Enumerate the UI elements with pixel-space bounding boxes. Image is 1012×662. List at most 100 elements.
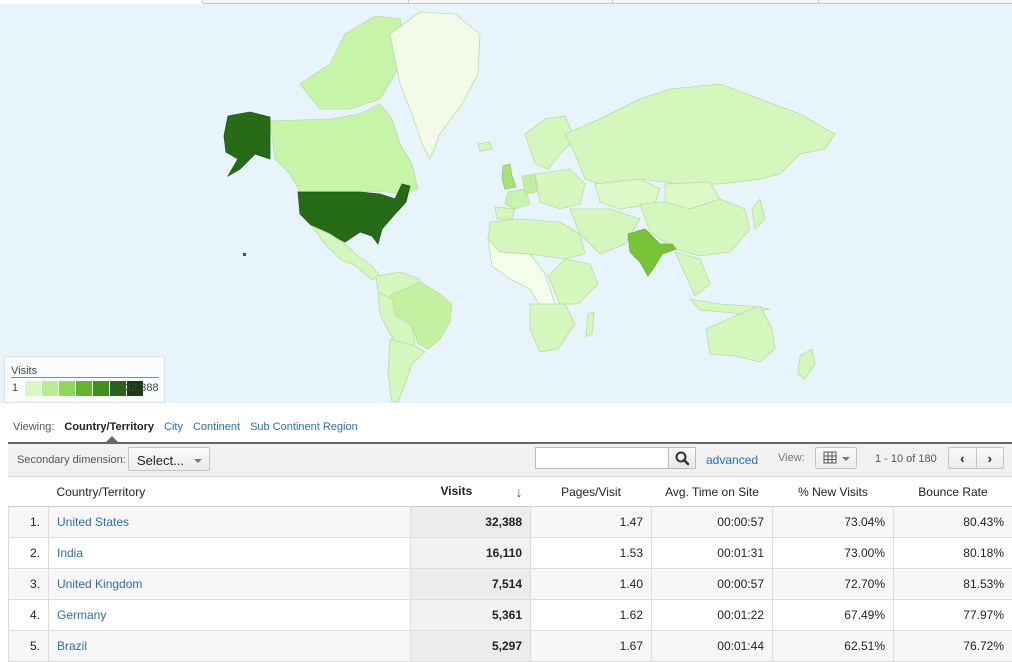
- country-link[interactable]: United States: [57, 515, 129, 529]
- row-bounce-rate: 80.18%: [893, 537, 1012, 569]
- country-link[interactable]: Brazil: [57, 639, 87, 653]
- header-bounce-rate[interactable]: Bounce Rate: [893, 477, 1012, 507]
- table-row: 3. United Kingdom 7,514 1.40 00:00:57 72.70% 8…: [8, 568, 1012, 600]
- row-index: 2.: [8, 537, 49, 569]
- tab-separator: [202, 0, 203, 3]
- row-index: 4.: [8, 599, 49, 631]
- table-row: 2. India 16,110 1.53 00:01:31 73.00% 80.18%: [8, 537, 1012, 569]
- header-pages-per-visit[interactable]: Pages/Visit: [530, 477, 652, 507]
- table-search-input[interactable]: [535, 447, 669, 469]
- legend-min: 1: [12, 382, 19, 394]
- legend-swatch: [110, 381, 126, 396]
- row-country: United Kingdom: [48, 568, 411, 600]
- row-percent-new-visits: 62.51%: [772, 630, 894, 662]
- row-pages-per-visit: 1.53: [530, 537, 652, 569]
- header-visits-label: Visits: [440, 483, 473, 498]
- country-argentina-chile[interactable]: [387, 338, 426, 403]
- previous-page-button[interactable]: ‹: [949, 448, 976, 468]
- table-header-row: Country/Territory Visits ↓ Pages/Visit A…: [8, 477, 1012, 507]
- country-madagascar[interactable]: [585, 311, 595, 338]
- country-canada-islands[interactable]: [299, 15, 406, 110]
- row-avg-time-on-site: 00:00:57: [651, 506, 773, 538]
- legend-swatch: [42, 381, 58, 396]
- country-spain[interactable]: [494, 206, 516, 220]
- legend-swatch: [25, 381, 41, 396]
- country-link[interactable]: United Kingdom: [57, 577, 142, 591]
- row-pages-per-visit: 1.67: [530, 630, 652, 662]
- legend-swatch: [59, 381, 75, 396]
- search-button[interactable]: [668, 447, 696, 469]
- row-index: 5.: [8, 630, 49, 662]
- legend-title: Visits: [11, 365, 159, 378]
- row-country: United States: [48, 506, 411, 538]
- country-australia[interactable]: [705, 305, 776, 363]
- header-country-territory[interactable]: Country/Territory: [48, 477, 411, 507]
- country-eastern-europe[interactable]: [534, 168, 586, 210]
- row-country: Germany: [48, 599, 411, 631]
- row-visits: 5,297: [410, 630, 531, 662]
- viewing-option-continent[interactable]: Continent: [193, 421, 240, 433]
- secondary-dimension-value: Select...: [137, 453, 184, 468]
- secondary-dimension-select[interactable]: Select...: [128, 447, 210, 471]
- country-southeast-asia[interactable]: [674, 251, 711, 297]
- row-bounce-rate: 77.97%: [893, 599, 1012, 631]
- country-southern-africa[interactable]: [529, 303, 576, 353]
- tab-separator: [612, 0, 613, 3]
- viewing-option-city[interactable]: City: [164, 421, 183, 433]
- country-scandinavia[interactable]: [524, 115, 576, 170]
- table-toolbar: Secondary dimension: Select... advanced …: [8, 444, 1012, 477]
- table-row: 1. United States 32,388 1.47 00:00:57 73.04% 8…: [8, 506, 1012, 538]
- row-country: Brazil: [48, 630, 411, 662]
- legend-max: 32,388: [125, 382, 159, 394]
- map-svg: [223, 11, 836, 403]
- country-japan[interactable]: [751, 198, 766, 230]
- row-visits: 5,361: [410, 599, 531, 631]
- legend-swatch: [93, 381, 109, 396]
- row-visits: 7,514: [410, 568, 531, 600]
- chevron-down-icon: [842, 457, 850, 461]
- country-russia[interactable]: [564, 83, 836, 185]
- table-row: 5. Brazil 5,297 1.67 00:01:44 62.51% 76.72%: [8, 630, 1012, 662]
- row-percent-new-visits: 72.70%: [772, 568, 894, 600]
- row-avg-time-on-site: 00:01:22: [651, 599, 773, 631]
- search-icon: [675, 451, 690, 466]
- country-germany[interactable]: [521, 173, 538, 195]
- country-united-kingdom[interactable]: [501, 163, 517, 190]
- row-visits: 16,110: [410, 537, 531, 569]
- row-percent-new-visits: 73.00%: [772, 537, 894, 569]
- country-greenland[interactable]: [389, 11, 481, 160]
- country-east-africa[interactable]: [547, 258, 599, 305]
- view-mode-button[interactable]: [815, 447, 857, 469]
- country-canada[interactable]: [269, 103, 419, 195]
- country-link[interactable]: India: [57, 546, 83, 560]
- viewing-option-sub-continent-region[interactable]: Sub Continent Region: [250, 421, 358, 433]
- country-hawaii[interactable]: [243, 253, 246, 256]
- row-bounce-rate: 80.43%: [893, 506, 1012, 538]
- country-new-zealand[interactable]: [797, 348, 816, 380]
- row-pages-per-visit: 1.47: [530, 506, 652, 538]
- next-page-button[interactable]: ›: [975, 448, 1004, 468]
- sort-descending-icon: ↓: [515, 483, 523, 500]
- advanced-filter-link[interactable]: advanced: [706, 453, 758, 467]
- world-map[interactable]: Visits 1 32,388: [0, 4, 1012, 403]
- data-table: Country/Territory Visits ↓ Pages/Visit A…: [8, 477, 1012, 662]
- country-link[interactable]: Germany: [57, 608, 106, 622]
- row-pages-per-visit: 1.62: [530, 599, 652, 631]
- row-percent-new-visits: 67.49%: [772, 599, 894, 631]
- row-country: India: [48, 537, 411, 569]
- viewing-current-country-territory[interactable]: Country/Territory: [64, 421, 154, 433]
- secondary-dimension-label: Secondary dimension:: [17, 454, 126, 466]
- row-visits: 32,388: [410, 506, 531, 538]
- header-percent-new-visits[interactable]: % New Visits: [772, 477, 894, 507]
- header-visits[interactable]: Visits ↓: [410, 477, 531, 507]
- country-iceland[interactable]: [477, 141, 493, 152]
- tab-separator: [818, 0, 819, 3]
- country-us-alaska[interactable]: [223, 111, 271, 178]
- row-avg-time-on-site: 00:00:57: [651, 568, 773, 600]
- tab-separator: [408, 0, 409, 3]
- header-avg-time-on-site[interactable]: Avg. Time on Site: [651, 477, 773, 507]
- legend-swatch: [76, 381, 92, 396]
- table-row: 4. Germany 5,361 1.62 00:01:22 67.49% 77.97%: [8, 599, 1012, 631]
- map-legend: Visits 1 32,388: [4, 356, 165, 403]
- row-avg-time-on-site: 00:01:31: [651, 537, 773, 569]
